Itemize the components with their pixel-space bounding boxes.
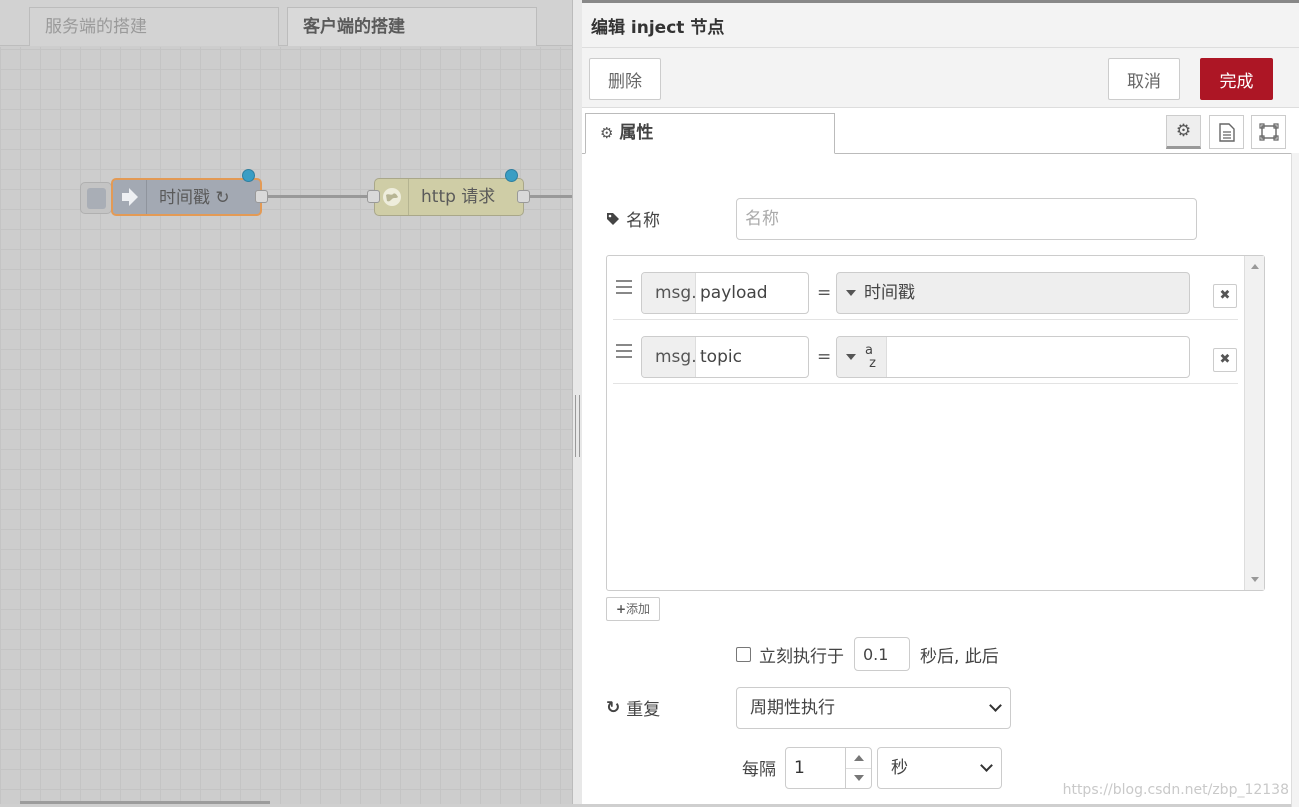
refresh-icon: ↻ [606,697,621,718]
tray-edge [1291,153,1299,807]
string-type-icon: a z [865,343,876,371]
frame-icon [1258,123,1279,141]
tab-server[interactable]: 服务端的搭建 [29,7,279,46]
property-list: msg. payload = 时间戳 ✖ msg. topic = a z ✖ [606,255,1265,591]
panel-splitter[interactable] [572,0,582,804]
msg-prefix: msg. [642,337,697,377]
property-row-payload: msg. payload = 时间戳 ✖ [613,256,1238,320]
edit-tray: 编辑 inject 节点 删除 取消 完成 ⚙ 属性 ⚙ 名称 msg. [582,0,1299,807]
appearance-tab-button[interactable] [1251,115,1286,149]
delete-button[interactable]: 删除 [589,58,661,100]
interval-unit-value: 秒 [891,758,908,778]
msg-prefix: msg. [642,273,697,313]
interval-label: 每隔 [742,760,776,780]
scroll-up-icon[interactable] [1251,264,1259,269]
tray-toolbar: 删除 取消 完成 [582,48,1299,108]
tray-tabs: ⚙ 属性 ⚙ [582,108,1299,154]
repeat-label: ↻ 重复 [606,695,661,721]
interval-spinner[interactable]: 1 [785,747,872,789]
wire-inject-http [262,195,374,198]
wire-http-out [524,195,572,198]
tag-icon [607,212,619,225]
decrement-icon[interactable] [854,775,864,781]
remove-payload-button[interactable]: ✖ [1213,284,1237,308]
inject-node-label: 时间戳 ↻ [159,188,230,208]
equals-sign: = [817,283,832,303]
http-node-label: http 请求 [421,187,496,207]
equals-sign: = [817,347,832,367]
tray-header: 编辑 inject 节点 [582,3,1299,48]
caret-down-icon [846,290,856,296]
payload-field-value: payload [700,283,768,303]
cancel-button[interactable]: 取消 [1108,58,1180,100]
http-request-node[interactable]: http 请求 [374,178,524,216]
watermark: https://blog.csdn.net/zbp_12138 [1062,782,1289,798]
topic-property-input[interactable]: msg. topic [641,336,809,378]
repeat-select-value: 周期性执行 [750,698,835,718]
settings-tab-button[interactable]: ⚙ [1166,115,1201,149]
workspace: 服务端的搭建 客户端的搭建 时间戳 ↻ http 请求 [0,0,572,804]
plus-icon: + [615,602,627,616]
interval-value: 1 [794,758,805,778]
inject-once-row: 立刻执行于 秒后, 此后 [736,637,999,671]
repeat-select[interactable]: 周期性执行 [736,687,1011,729]
inject-changed-indicator [242,169,255,182]
remove-topic-button[interactable]: ✖ [1213,348,1237,372]
chevron-down-icon [980,759,993,772]
caret-down-icon [846,354,856,360]
arrow-right-icon [113,180,147,214]
workspace-tabbar: 服务端的搭建 客户端的搭建 [0,0,572,46]
interval-unit-select[interactable]: 秒 [877,747,1002,789]
flow-canvas[interactable] [0,47,572,804]
http-changed-indicator [505,169,518,182]
chevron-down-icon [989,699,1002,712]
topic-field-value: topic [700,347,742,367]
type-selector[interactable]: a z [837,337,887,377]
payload-property-input[interactable]: msg. payload [641,272,809,314]
property-list-scrollbar[interactable] [1244,256,1264,590]
tab-properties-label: 属性 [619,123,654,143]
property-row-topic: msg. topic = a z ✖ [613,320,1238,384]
http-input-port[interactable] [367,190,380,203]
tray-title: 编辑 inject 节点 [591,18,725,38]
add-property-label: 添加 [626,602,651,616]
http-output-port[interactable] [517,190,530,203]
gear-icon: ⚙ [600,124,614,142]
description-tab-button[interactable] [1209,115,1244,149]
drag-handle-icon[interactable] [616,280,632,298]
inject-node[interactable]: 时间戳 ↻ [111,178,262,216]
drag-handle-icon[interactable] [616,344,632,362]
tab-client[interactable]: 客户端的搭建 [287,7,537,46]
done-button[interactable]: 完成 [1200,58,1273,100]
name-input[interactable] [736,198,1197,240]
topic-type-select[interactable]: a z [836,336,1190,378]
inject-trigger-button[interactable] [80,182,112,214]
splitter-grip[interactable] [575,395,580,457]
increment-icon[interactable] [854,755,864,761]
inject-once-checkbox[interactable] [736,646,751,662]
inject-output-port[interactable] [255,190,268,203]
scroll-down-icon[interactable] [1251,577,1259,582]
once-delay-input[interactable] [854,637,910,671]
add-property-button[interactable]: +添加 [606,597,660,621]
inject-once-label: 立刻执行于 [759,646,844,667]
once-delay-suffix: 秒后, 此后 [920,646,999,667]
repeat-label-text: 重复 [626,700,661,720]
tab-properties[interactable]: ⚙ 属性 [585,113,835,154]
globe-icon [375,179,409,215]
payload-type-select[interactable]: 时间戳 [836,272,1190,314]
name-label-text: 名称 [626,211,660,231]
gear-icon: ⚙ [1175,121,1192,141]
payload-type-value: 时间戳 [864,283,915,303]
document-icon [1218,122,1235,142]
name-label: 名称 [606,206,660,231]
